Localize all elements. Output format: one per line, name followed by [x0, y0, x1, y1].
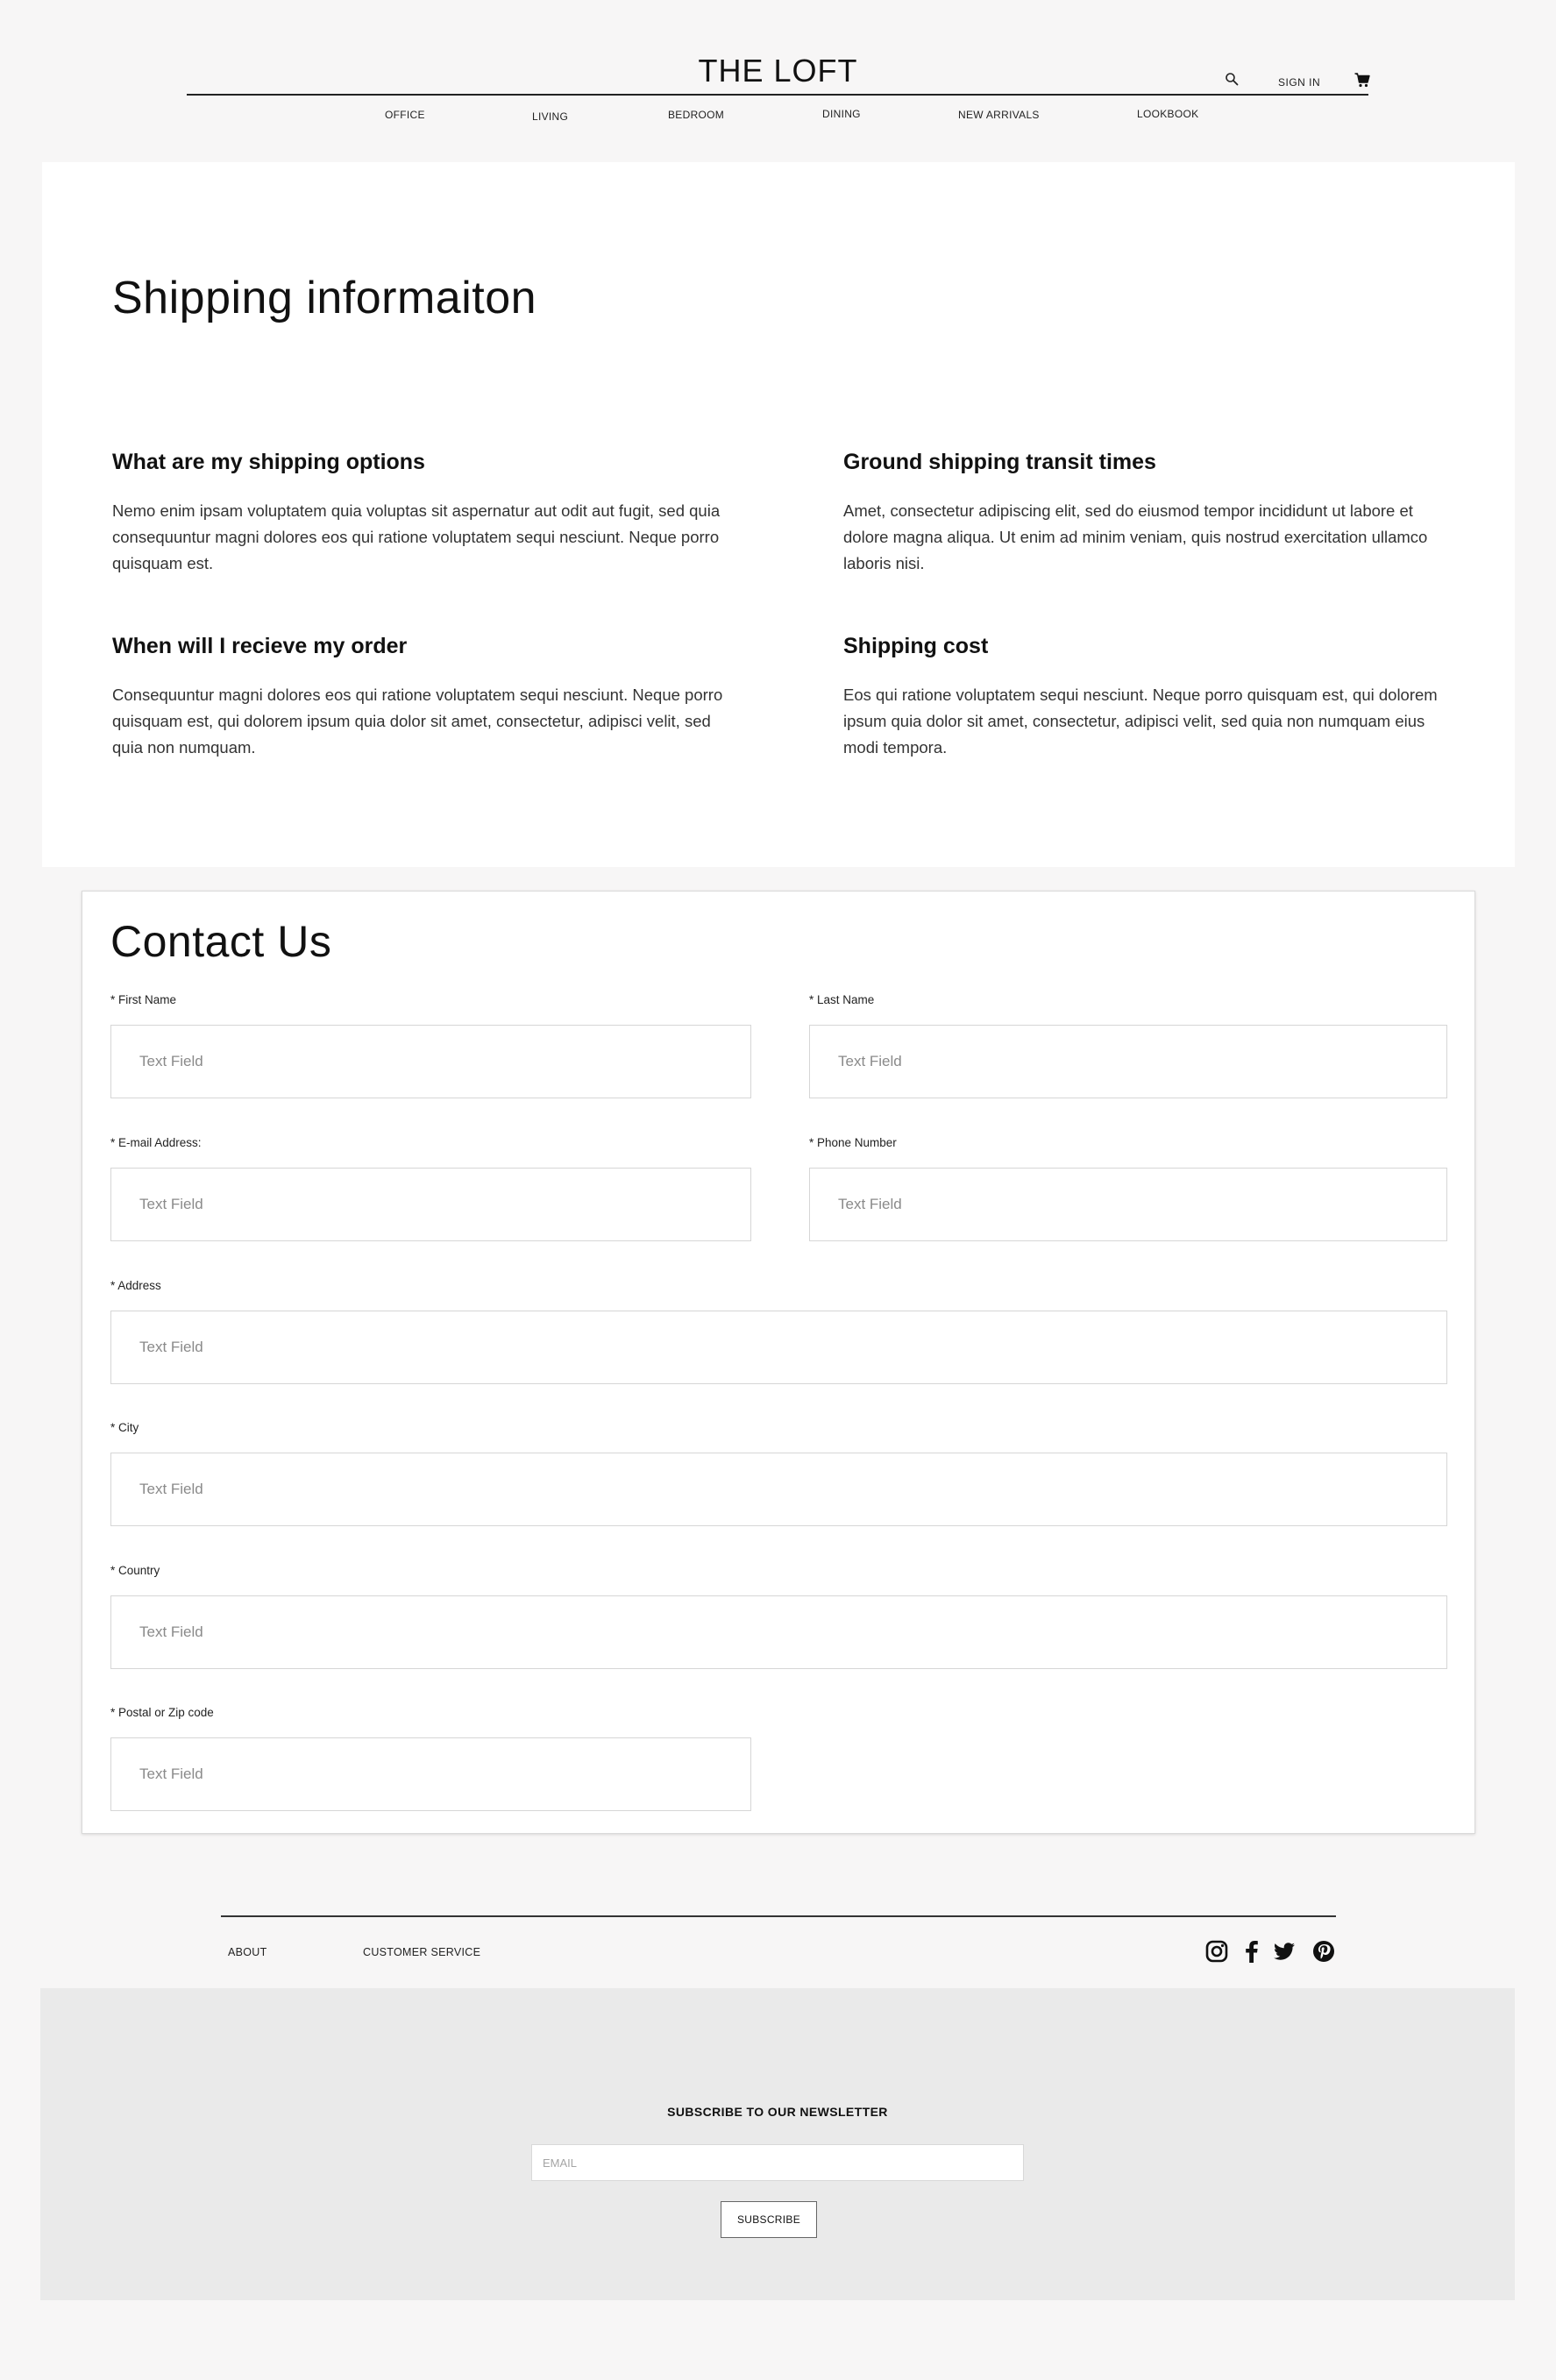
header-divider [187, 94, 1368, 96]
faq-answer: Nemo enim ipsam voluptatem quia voluptas… [112, 501, 721, 572]
phone-label: * Phone Number [809, 1136, 897, 1149]
footer-divider [221, 1915, 1336, 1917]
newsletter-title: SUBSCRIBE TO OUR NEWSLETTER [667, 2105, 888, 2119]
twitter-icon[interactable] [1272, 1939, 1297, 1964]
instagram-icon[interactable] [1204, 1939, 1229, 1964]
country-label: * Country [110, 1564, 160, 1577]
faq-answer: Amet, consectetur adipiscing elit, sed d… [843, 501, 1428, 572]
contact-title: Contact Us [110, 917, 332, 966]
last-name-input[interactable] [809, 1025, 1447, 1098]
postal-code-label: * Postal or Zip code [110, 1706, 214, 1719]
search-icon[interactable] [1225, 72, 1239, 86]
nav-item-lookbook[interactable]: LOOKBOOK [1137, 108, 1198, 120]
last-name-label: * Last Name [809, 993, 875, 1006]
faq-question: When will I recieve my order [112, 634, 408, 658]
facebook-icon[interactable] [1240, 1939, 1264, 1964]
faq-question: What are my shipping options [112, 450, 425, 474]
subscribe-button[interactable]: SUBSCRIBE [721, 2201, 817, 2238]
newsletter-section: SUBSCRIBE TO OUR NEWSLETTER SUBSCRIBE [40, 1988, 1515, 2300]
shipping-info-panel: Shipping informaiton What are my shippin… [42, 162, 1515, 867]
email-label: * E-mail Address: [110, 1136, 202, 1149]
address-input[interactable] [110, 1311, 1447, 1384]
faq-question: Shipping cost [843, 634, 989, 658]
faq-answer: Consequuntur magni dolores eos qui ratio… [112, 686, 723, 757]
brand-logo[interactable]: THE LOFT [0, 53, 1556, 89]
nav-item-dining[interactable]: DINING [822, 108, 861, 120]
faq-transit-times: Ground shipping transit times Amet, cons… [843, 450, 1457, 577]
nav-item-living[interactable]: LIVING [532, 110, 568, 123]
nav-item-bedroom[interactable]: BEDROOM [668, 109, 724, 121]
footer-link-about[interactable]: ABOUT [228, 1946, 267, 1958]
shipping-title: Shipping informaiton [112, 273, 537, 323]
faq-shipping-cost: Shipping cost Eos qui ratione voluptatem… [843, 634, 1457, 761]
sign-in-link[interactable]: SIGN IN [1278, 76, 1320, 89]
newsletter-email-input[interactable] [531, 2144, 1024, 2181]
phone-input[interactable] [809, 1168, 1447, 1241]
nav-item-new-arrivals[interactable]: NEW ARRIVALS [958, 109, 1040, 121]
faq-order-arrival: When will I recieve my order Consequuntu… [112, 634, 726, 761]
faq-shipping-options: What are my shipping options Nemo enim i… [112, 450, 726, 577]
faq-question: Ground shipping transit times [843, 450, 1156, 474]
country-input[interactable] [110, 1595, 1447, 1669]
first-name-label: * First Name [110, 993, 177, 1006]
pinterest-icon[interactable] [1311, 1939, 1336, 1964]
address-label: * Address [110, 1279, 161, 1292]
city-label: * City [110, 1421, 139, 1434]
faq-answer: Eos qui ratione voluptatem sequi nesciun… [843, 686, 1438, 757]
page: THE LOFT SIGN IN OFFICE LIVING BEDROOM D… [0, 0, 1556, 2380]
first-name-input[interactable] [110, 1025, 751, 1098]
postal-code-input[interactable] [110, 1737, 751, 1811]
nav-item-office[interactable]: OFFICE [385, 109, 425, 121]
cart-icon[interactable] [1354, 73, 1370, 88]
city-input[interactable] [110, 1453, 1447, 1526]
contact-form-card: Contact Us * First Name * Last Name * E-… [82, 891, 1475, 1834]
email-input[interactable] [110, 1168, 751, 1241]
footer-link-customer-service[interactable]: CUSTOMER SERVICE [363, 1946, 480, 1958]
